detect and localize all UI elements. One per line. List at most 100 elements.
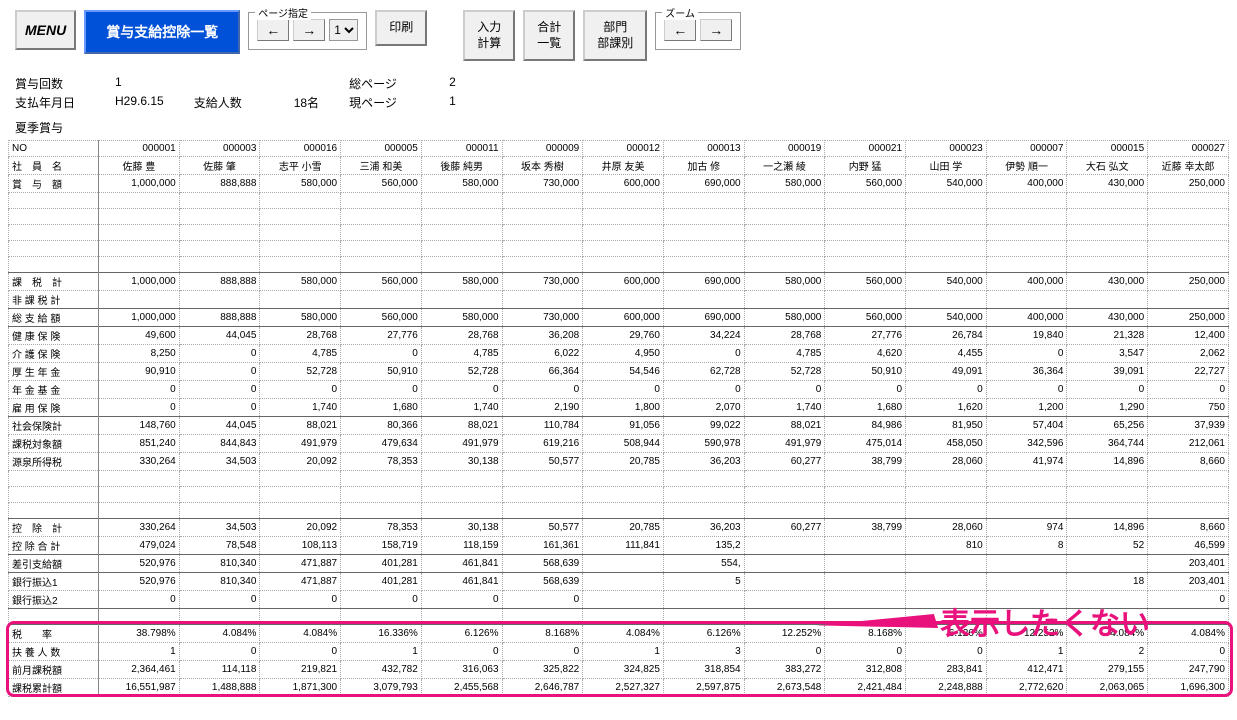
table-row: [9, 225, 1229, 241]
cell: 16,551,987: [99, 679, 180, 697]
cell: 600,000: [583, 175, 664, 193]
table-row: [9, 503, 1229, 519]
cell: 730,000: [502, 175, 583, 193]
cell: 600,000: [583, 309, 664, 327]
cell: [825, 487, 906, 503]
cell: 400,000: [986, 175, 1067, 193]
cell: 0: [744, 643, 825, 661]
cell: [583, 225, 664, 241]
cell: [421, 209, 502, 225]
cell: 38,799: [825, 453, 906, 471]
cell: 4.084%: [179, 625, 260, 643]
cell: 000012: [583, 141, 664, 157]
row-label: 厚 生 年 金: [9, 363, 99, 381]
cell: [1067, 555, 1148, 573]
cell: [341, 257, 422, 273]
cell: [583, 209, 664, 225]
cell: 000003: [179, 141, 260, 157]
cell: 730,000: [502, 273, 583, 291]
cell: 4,785: [744, 345, 825, 363]
cell: 0: [421, 643, 502, 661]
row-label: 源泉所得税: [9, 453, 99, 471]
cell: 0: [421, 381, 502, 399]
cell: [986, 241, 1067, 257]
cell: 加古 修: [663, 157, 744, 175]
cell: 2,772,620: [986, 679, 1067, 697]
cell: [1067, 241, 1148, 257]
cell: [1067, 591, 1148, 609]
cell: 330,264: [99, 453, 180, 471]
cell: 401,281: [341, 573, 422, 591]
cell: [744, 591, 825, 609]
row-label: [9, 193, 99, 209]
cell: 28,060: [906, 453, 987, 471]
cell: 78,353: [341, 519, 422, 537]
cell: 471,887: [260, 573, 341, 591]
row-label: [9, 225, 99, 241]
cell: [663, 471, 744, 487]
cell: [906, 209, 987, 225]
cell: 1,680: [825, 399, 906, 417]
dept-button[interactable]: 部門 部課別: [583, 10, 647, 61]
table-row: 課税対象額851,240844,843491,979479,634491,979…: [9, 435, 1229, 453]
cell: [986, 291, 1067, 309]
cell: [260, 609, 341, 625]
total-button[interactable]: 合計 一覧: [523, 10, 575, 61]
page-next-button[interactable]: →: [293, 19, 325, 41]
cell: 8.168%: [502, 625, 583, 643]
cell: 28,768: [421, 327, 502, 345]
cell: 1: [99, 643, 180, 661]
cell: 000007: [986, 141, 1067, 157]
cell: 4,785: [260, 345, 341, 363]
cell: 57,404: [986, 417, 1067, 435]
cell: 000005: [341, 141, 422, 157]
cell: 30,138: [421, 519, 502, 537]
cell: 2,364,461: [99, 661, 180, 679]
menu-button[interactable]: MENU: [15, 10, 76, 50]
cell: 80,366: [341, 417, 422, 435]
cell: [663, 291, 744, 309]
cell: 520,976: [99, 573, 180, 591]
zoom-prev-button[interactable]: ←: [664, 19, 696, 41]
cell: 49,091: [906, 363, 987, 381]
cell: [906, 487, 987, 503]
cell: 330,264: [99, 519, 180, 537]
page-prev-button[interactable]: ←: [257, 19, 289, 41]
cell: [99, 225, 180, 241]
print-button[interactable]: 印刷: [375, 10, 427, 46]
cell: 2,455,568: [421, 679, 502, 697]
cell: [1067, 257, 1148, 273]
row-label: 差引支給額: [9, 555, 99, 573]
zoom-next-button[interactable]: →: [700, 19, 732, 41]
cell: 1: [986, 643, 1067, 661]
cell: [260, 291, 341, 309]
cell: 4.084%: [1067, 625, 1148, 643]
cell: [986, 609, 1067, 625]
cell: 44,045: [179, 417, 260, 435]
cell: 3,079,793: [341, 679, 422, 697]
cell: 41,974: [986, 453, 1067, 471]
cell: [825, 471, 906, 487]
cell: 近藤 幸太郎: [1148, 157, 1229, 175]
cell: 44,045: [179, 327, 260, 345]
cell: 1,488,888: [179, 679, 260, 697]
cell: [502, 209, 583, 225]
cell: [906, 291, 987, 309]
cell: [583, 555, 664, 573]
cell: [502, 487, 583, 503]
cell: 491,979: [744, 435, 825, 453]
cell: 0: [1067, 381, 1148, 399]
pay-people-value: 18名: [294, 94, 319, 111]
row-label: 税 率: [9, 625, 99, 643]
cell: 38.798%: [99, 625, 180, 643]
cell: 458,050: [906, 435, 987, 453]
cell: 5: [663, 573, 744, 591]
title-button[interactable]: 賞与支給控除一覧: [84, 10, 240, 54]
cell: 161,361: [502, 537, 583, 555]
page-select[interactable]: 1: [329, 19, 358, 41]
row-label: 賞 与 額: [9, 175, 99, 193]
calc-button[interactable]: 入力 計算: [463, 10, 515, 61]
cell: [260, 241, 341, 257]
cell: 78,548: [179, 537, 260, 555]
table-row: [9, 609, 1229, 625]
